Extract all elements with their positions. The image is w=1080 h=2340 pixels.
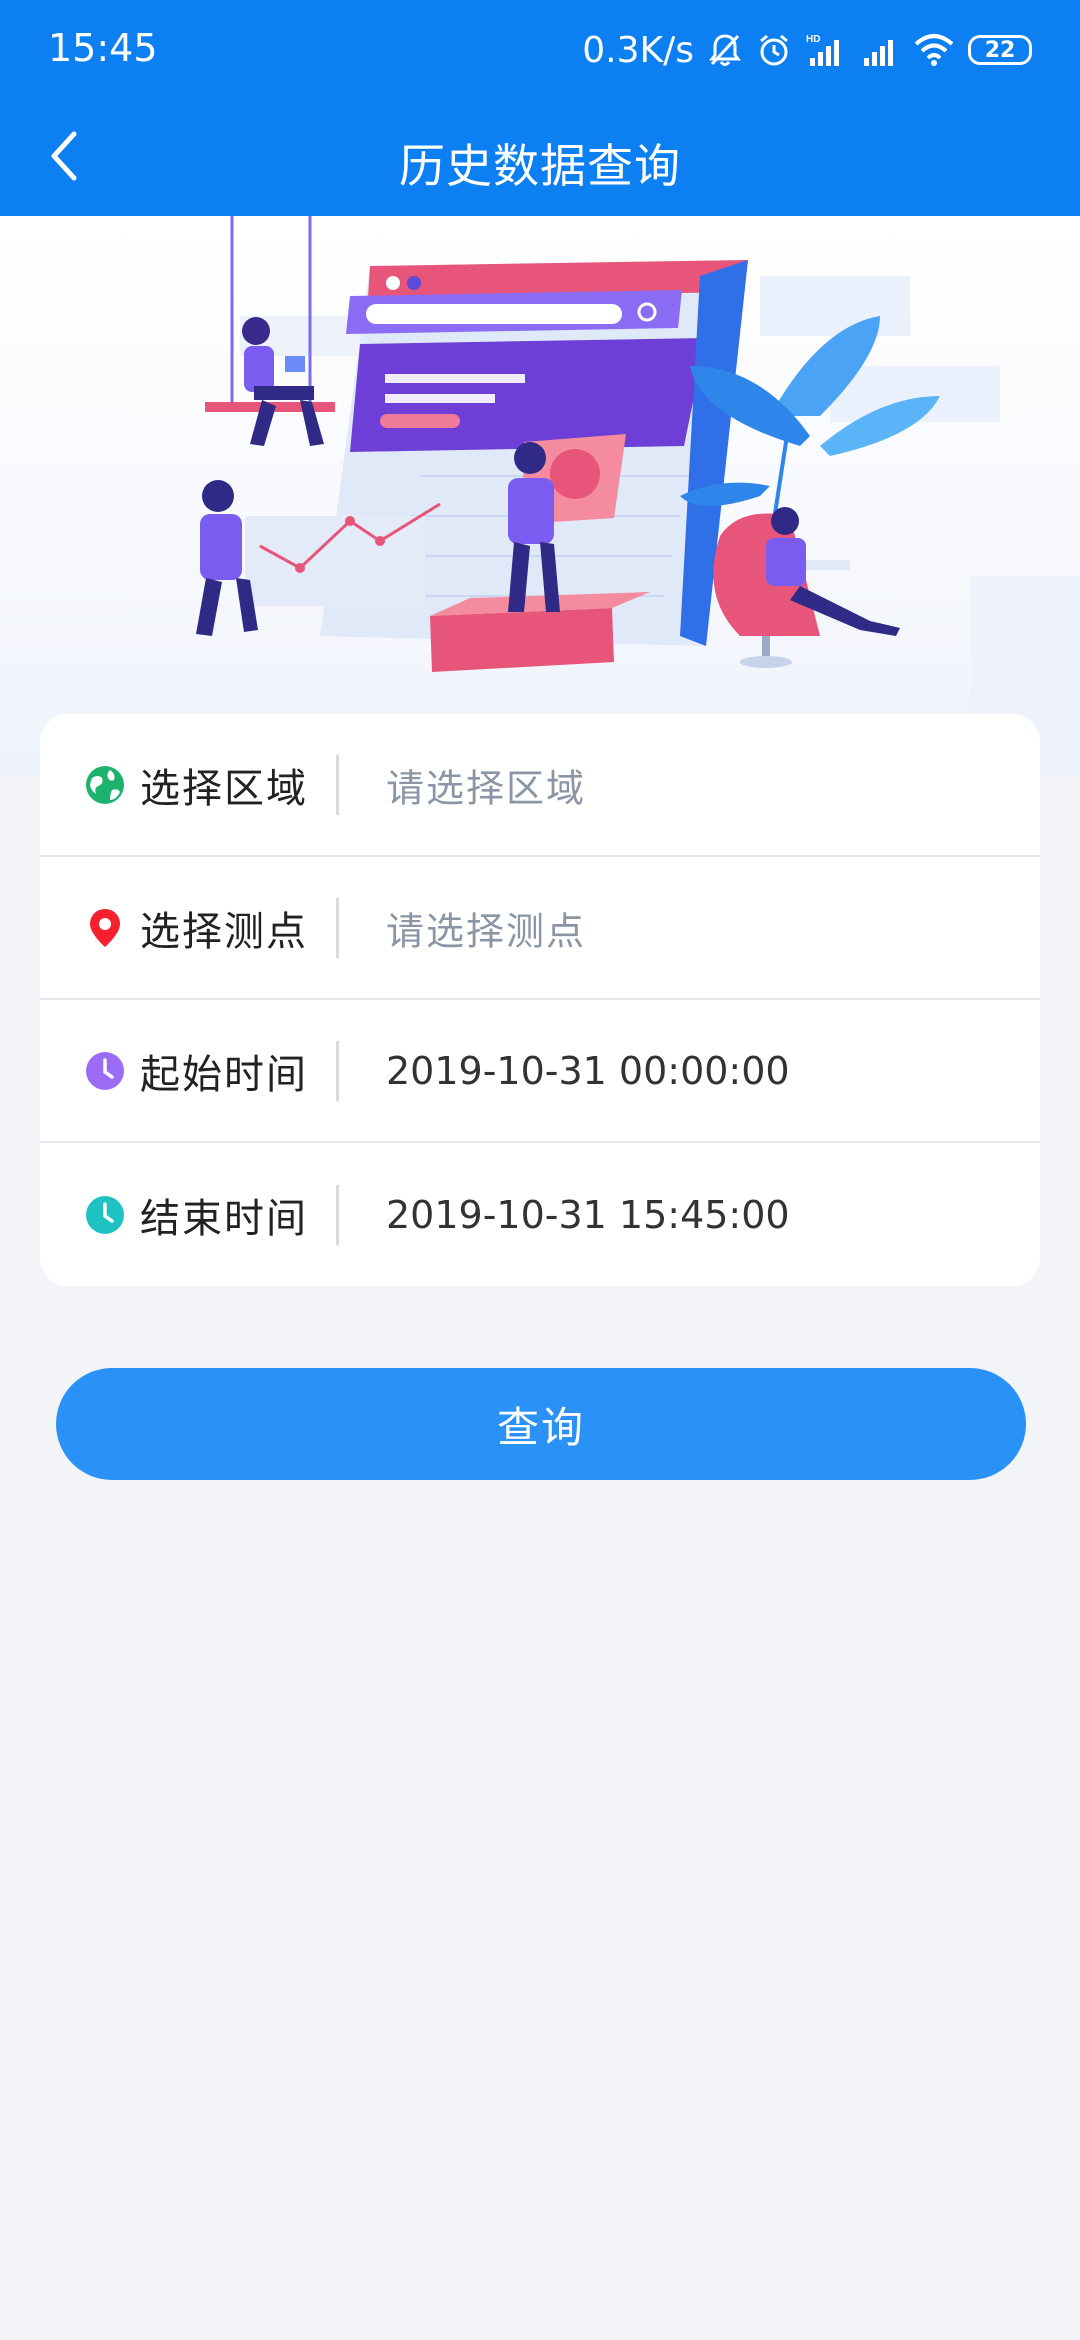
row-separator	[336, 1040, 339, 1101]
svg-text:HD: HD	[806, 34, 820, 45]
alarm-icon	[756, 32, 792, 68]
point-label: 选择测点	[140, 908, 308, 955]
signal-icon	[860, 32, 900, 68]
hd-signal-icon: HD	[806, 32, 846, 68]
start-time-label: 起始时间	[140, 1051, 308, 1098]
end-time-label: 结束时间	[140, 1195, 308, 1242]
status-indicators: 0.3K/s HD 22	[582, 22, 1032, 78]
region-placeholder: 请选择区域	[386, 766, 587, 810]
row-separator	[336, 1184, 339, 1245]
wifi-icon	[914, 32, 954, 68]
battery-icon: 22	[968, 35, 1032, 65]
hero-illustration	[0, 216, 1080, 776]
net-speed: 0.3K/s	[582, 29, 694, 71]
end-time-value: 2019-10-31 15:45:00	[386, 1192, 790, 1237]
query-form: 选择区域 请选择区域 选择测点 请选择测点 起始时间 2019-10-31 00…	[40, 714, 1040, 1286]
location-pin-icon	[84, 907, 126, 949]
status-time: 15:45	[48, 26, 158, 70]
clock-icon	[84, 1194, 126, 1236]
top-bar: 15:45 0.3K/s HD 22 历史数据查询	[0, 0, 1080, 216]
end-time-picker[interactable]: 结束时间 2019-10-31 15:45:00	[40, 1143, 1040, 1286]
point-select[interactable]: 选择测点 请选择测点	[40, 857, 1040, 1000]
status-bar: 15:45 0.3K/s HD 22	[0, 0, 1080, 100]
query-button[interactable]: 查询	[56, 1368, 1026, 1480]
battery-level: 22	[984, 37, 1016, 63]
start-time-picker[interactable]: 起始时间 2019-10-31 00:00:00	[40, 1000, 1040, 1143]
point-placeholder: 请选择测点	[386, 909, 587, 953]
bell-off-icon	[708, 32, 742, 68]
globe-icon	[84, 764, 126, 806]
header: 历史数据查询	[0, 100, 1080, 216]
region-select[interactable]: 选择区域 请选择区域	[40, 714, 1040, 857]
row-separator	[336, 754, 339, 815]
start-time-value: 2019-10-31 00:00:00	[386, 1048, 790, 1093]
row-separator	[336, 897, 339, 958]
clock-icon	[84, 1050, 126, 1092]
analytics-illustration	[196, 216, 1080, 776]
region-label: 选择区域	[140, 765, 308, 812]
page-title: 历史数据查询	[399, 139, 681, 193]
